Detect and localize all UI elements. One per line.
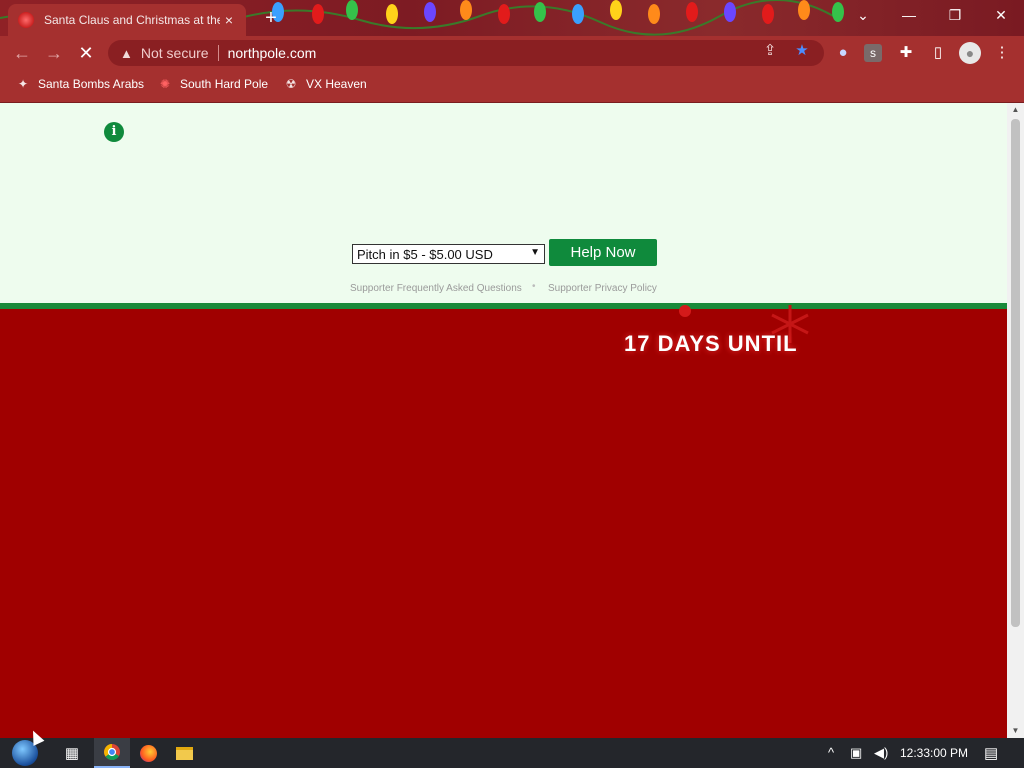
restore-button[interactable]: ❐ [932,0,978,30]
security-status-text: Not secure [140,45,209,61]
url-text[interactable]: northpole.com [228,45,317,61]
pitch-selected-value: Pitch in $5 - $5.00 USD [357,246,493,262]
firefox-logo-icon [139,744,157,762]
file-explorer-taskbar-icon[interactable] [166,738,202,768]
chrome-taskbar-icon[interactable] [94,738,130,768]
scroll-down-arrow-icon[interactable]: ▼ [1007,724,1024,738]
tray-chevron-icon[interactable]: ^ [828,745,834,760]
task-view-icon[interactable]: ▦ [54,738,90,768]
santa-figure-icon: ✦ [17,77,29,91]
volume-icon[interactable]: ◀) [874,745,888,761]
notification-center-icon[interactable]: ▤ [984,744,998,762]
site-favicon-icon [18,12,34,28]
bookmark-santa-bombs-arabs[interactable]: ✦ Santa Bombs Arabs [16,77,144,91]
info-icon[interactable]: i [104,122,124,142]
new-tab-button[interactable]: + [260,8,282,30]
extension-s-icon[interactable]: s [864,44,882,62]
extension-flag-icon[interactable]: ● [832,42,854,64]
bookmark-label: VX Heaven [306,77,367,91]
stop-loading-button[interactable]: ✕ [74,42,98,64]
forward-button[interactable]: → [42,42,66,64]
green-divider [0,303,1007,309]
christmas-countdown: 17 DAYS UNTIL [624,331,798,356]
folder-icon [175,746,193,760]
pitch-amount-select[interactable]: Pitch in $5 - $5.00 USD ▼ [352,244,545,264]
firefox-taskbar-icon[interactable] [130,738,166,768]
back-button[interactable]: ← [10,42,34,64]
bookmarks-bar: ✦ Santa Bombs Arabs ✺ South Hard Pole ☢ … [0,70,1024,103]
warning-icon[interactable]: ▲ [120,46,133,61]
page-scrollbar[interactable]: ▲ ▼ [1007,103,1024,738]
bookmark-vx-heaven[interactable]: ☢ VX Heaven [284,77,367,91]
supporter-faq-link[interactable]: Supporter Frequently Asked Questions [350,283,522,294]
browser-menu-icon[interactable]: ⋮ [991,42,1013,64]
chevron-down-icon: ▼ [530,247,540,258]
link-separator: • [532,281,536,292]
bookmark-star-icon[interactable]: ★ [791,41,813,59]
bookmark-south-hard-pole[interactable]: ✺ South Hard Pole [158,77,268,91]
browser-title-bar: Santa Claus and Christmas at the × + ⌄ —… [0,0,1024,36]
tab-close-icon[interactable]: × [220,12,238,28]
help-now-button[interactable]: Help Now [549,239,657,266]
tab-title: Santa Claus and Christmas at the [44,13,220,27]
minimize-button[interactable]: — [886,0,932,30]
bookmark-label: Santa Bombs Arabs [38,77,145,91]
donation-banner: i Pitch in $5 - $5.00 USD ▼ Help Now Sup… [0,103,1007,303]
windows-taskbar: ▦ ^ ▣ ◀) 12:33:00 PM ▤ [0,738,1024,768]
bookmark-label: South Hard Pole [180,77,269,91]
radiation-icon: ☢ [285,77,297,91]
browser-tab-active[interactable]: Santa Claus and Christmas at the × [8,4,246,36]
tab-search-button[interactable]: ⌄ [840,0,886,30]
share-icon[interactable]: ⇪ [759,41,781,59]
taskbar-clock[interactable]: 12:33:00 PM [900,746,968,760]
scroll-up-arrow-icon[interactable]: ▲ [1007,103,1024,117]
web-page: i Pitch in $5 - $5.00 USD ▼ Help Now Sup… [0,103,1007,738]
profile-avatar-icon[interactable]: ● [959,42,981,64]
close-window-button[interactable]: ✕ [978,0,1024,30]
snowflake-icon: ✺ [159,77,171,91]
chrome-logo-icon [104,744,120,760]
address-bar[interactable]: ▲ Not secure northpole.com [108,40,824,66]
browser-toolbar: ← → ✕ ▲ Not secure northpole.com ⇪ ★ ● s… [0,36,1024,70]
omnibox-separator [217,45,219,61]
supporter-privacy-link[interactable]: Supporter Privacy Policy [548,283,657,294]
network-icon[interactable]: ▣ [850,745,862,761]
scrollbar-thumb[interactable] [1011,119,1020,627]
side-panel-icon[interactable]: ▯ [927,42,949,64]
extensions-puzzle-icon[interactable]: ✚ [895,42,917,64]
